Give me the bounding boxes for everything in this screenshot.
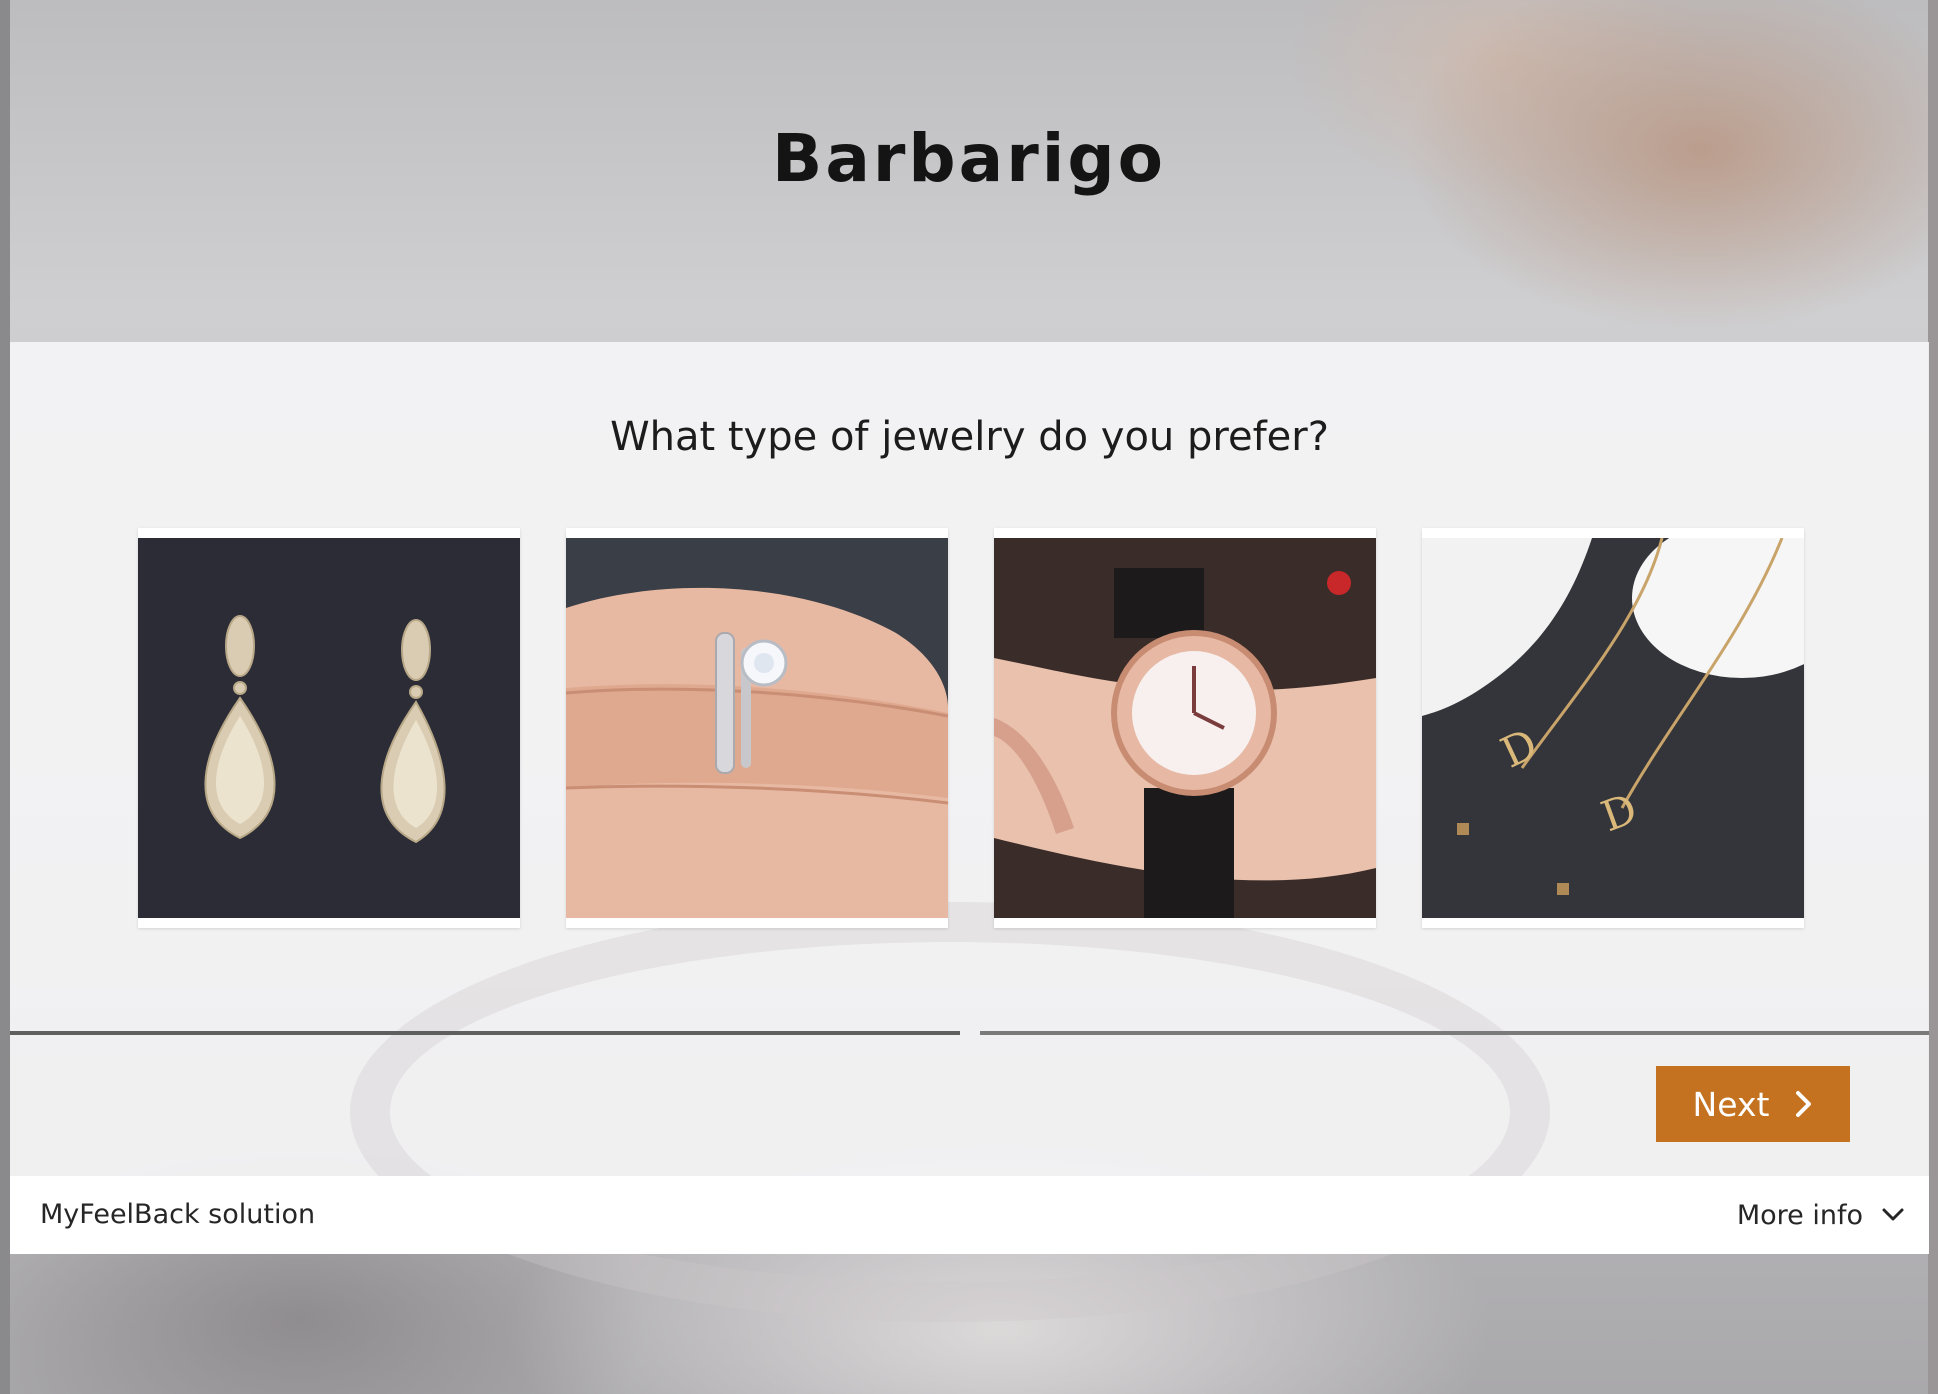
question-panel: What type of jewelry do you prefer? D D …	[10, 342, 1929, 1322]
next-button-label: Next	[1692, 1084, 1770, 1124]
background-edge-left	[0, 0, 10, 1394]
footer-bar: MyFeelBack solution More info	[10, 1176, 1929, 1254]
more-info-toggle[interactable]: More info	[1737, 1176, 1905, 1254]
brand-logo: Barbarigo	[772, 120, 1166, 197]
next-button[interactable]: Next	[1656, 1066, 1850, 1142]
question-title: What type of jewelry do you prefer?	[610, 414, 1329, 460]
solution-credit: MyFeelBack solution	[40, 1199, 316, 1230]
background-decoration	[350, 902, 1550, 1322]
more-info-label: More info	[1736, 1199, 1863, 1231]
option-card-watch[interactable]	[994, 528, 1376, 928]
option-card-earrings[interactable]	[138, 528, 520, 928]
necklace-image: D D	[1422, 538, 1804, 918]
progress-bar-completed	[10, 1031, 960, 1035]
survey-page: Barbarigo What type of jewelry do you pr…	[0, 0, 1938, 1394]
ring-image	[566, 538, 948, 918]
watch-image	[994, 538, 1376, 918]
progress-bar-remaining	[980, 1031, 1929, 1035]
earrings-image	[138, 538, 520, 918]
answer-options: D D	[138, 528, 1810, 928]
option-card-necklace[interactable]: D D	[1422, 528, 1804, 928]
chevron-down-icon	[1881, 1207, 1905, 1223]
background-edge-right	[1928, 0, 1938, 1394]
option-card-ring[interactable]	[566, 528, 948, 928]
chevron-right-icon	[1795, 1090, 1813, 1118]
